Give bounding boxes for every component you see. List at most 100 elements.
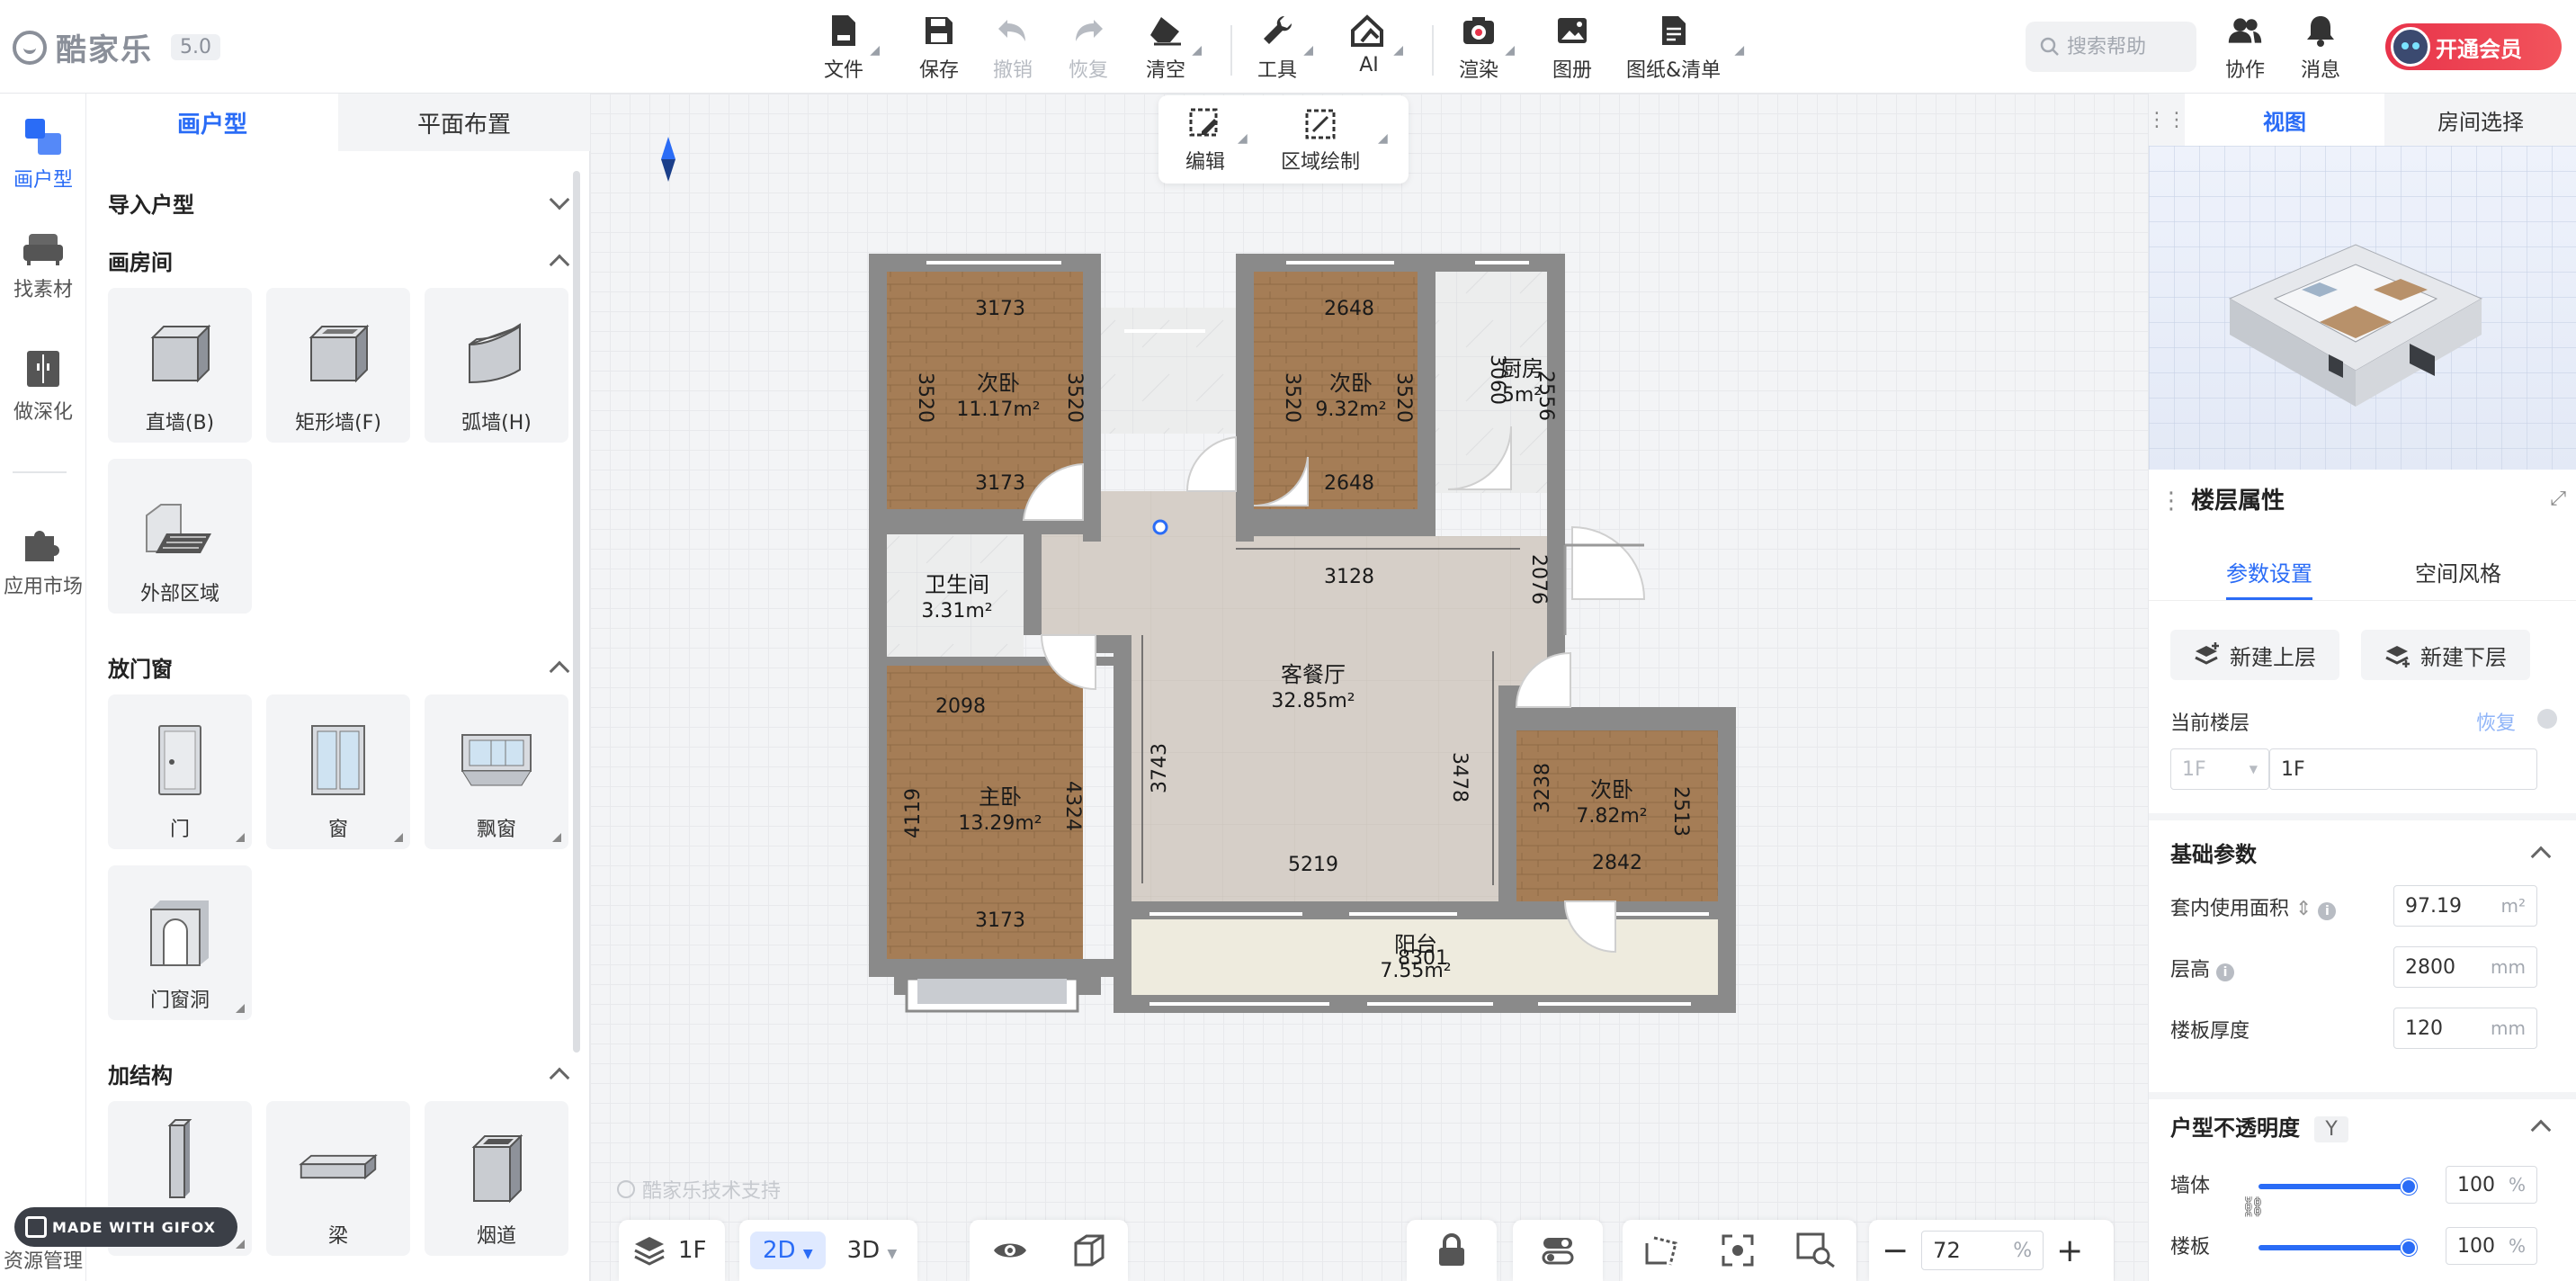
tool-window[interactable]: 窗: [266, 694, 410, 849]
eye-icon[interactable]: [992, 1238, 1028, 1263]
undo-icon: [995, 13, 1031, 49]
tool-beam[interactable]: 梁: [266, 1101, 410, 1256]
zoom-out-button[interactable]: −: [1882, 1232, 1909, 1269]
room-area: 7.82m²: [1576, 805, 1647, 828]
room-corridor[interactable]: [1101, 308, 1236, 434]
zoom-input[interactable]: 72 %: [1921, 1231, 2044, 1270]
more-options-icon: [236, 1004, 245, 1013]
restore-link[interactable]: 恢复: [2476, 707, 2516, 736]
floor-name-input[interactable]: 1F: [2269, 748, 2537, 790]
perspective-icon[interactable]: [1643, 1234, 1679, 1267]
tool-door[interactable]: 门: [108, 694, 252, 849]
tab-draw-floorplan[interactable]: 画户型: [86, 94, 338, 151]
logo-icon: [13, 30, 47, 65]
rail-item-deepen-design[interactable]: 做深化: [0, 349, 86, 425]
tool-arc-wall[interactable]: 弧墙(H): [425, 288, 568, 443]
section-import-floorplan[interactable]: 导入户型: [108, 187, 570, 219]
tool-door-opening[interactable]: 门窗洞: [108, 865, 252, 1020]
floor-height-input[interactable]: 2800 mm: [2393, 946, 2537, 988]
app-logo[interactable]: 酷家乐 5.0: [13, 25, 220, 69]
settings-toggle-button[interactable]: [1513, 1220, 1603, 1281]
tool-straight-wall[interactable]: 直墙(B): [108, 288, 252, 443]
drag-handle-icon[interactable]: ⋮⋮: [2147, 94, 2187, 146]
cabinet-icon: [27, 351, 59, 387]
tab-space-style[interactable]: 空间风格: [2415, 556, 2501, 587]
save-button[interactable]: 保存: [919, 13, 959, 83]
section-opacity[interactable]: 户型不透明度 Y: [2170, 1110, 2552, 1142]
tool-rect-wall[interactable]: 矩形墙(F): [266, 288, 410, 443]
link-icon[interactable]: ⛓: [2241, 1196, 2266, 1219]
tools-button[interactable]: 工具 ◢: [1257, 13, 1313, 83]
rail-item-app-market[interactable]: 应用市场: [0, 524, 86, 599]
slider-knob[interactable]: [2401, 1178, 2417, 1195]
rail-item-draw-floorplan[interactable]: 画户型: [0, 117, 86, 193]
info-icon[interactable]: i: [2318, 902, 2337, 920]
3d-preview[interactable]: [2149, 146, 2576, 470]
section-add-structure[interactable]: 加结构: [108, 1058, 570, 1089]
render-button[interactable]: 渲染 ◢: [1459, 13, 1515, 83]
zoom-in-button[interactable]: +: [2056, 1232, 2083, 1269]
drawings-button[interactable]: 图纸&清单 ◢: [1626, 13, 1744, 83]
messages-button[interactable]: 消息: [2301, 13, 2340, 83]
tab-furniture-layout[interactable]: 平面布置: [338, 94, 590, 151]
slab-thickness-input[interactable]: 120 mm: [2393, 1008, 2537, 1049]
floor-switcher[interactable]: 1F: [619, 1220, 725, 1281]
floor-opacity-track[interactable]: [2258, 1240, 2417, 1256]
help-search-input[interactable]: [2067, 35, 2193, 58]
clear-button[interactable]: 清空 ◢: [1146, 13, 1202, 83]
tab-room-select[interactable]: 房间选择: [2384, 94, 2576, 146]
undo-button[interactable]: 撤销: [993, 13, 1033, 83]
wall-opacity-input[interactable]: 100 %: [2446, 1166, 2537, 1204]
edit-button[interactable]: 编辑: [1185, 108, 1225, 175]
tool-flue[interactable]: 烟道: [425, 1101, 568, 1256]
compass-icon[interactable]: [660, 135, 676, 184]
floor-opacity-input[interactable]: 100 %: [2446, 1227, 2537, 1265]
album-button[interactable]: 图册: [1552, 13, 1592, 83]
more-options-icon: [552, 833, 561, 842]
floor-opacity-slider[interactable]: [2258, 1240, 2417, 1256]
cube-icon[interactable]: [1072, 1234, 1106, 1267]
floor-properties-header: ⋮ 楼层属性 ⤢: [2160, 482, 2566, 515]
add-upper-floor-button[interactable]: 新建上层: [2170, 630, 2339, 680]
zoom-area-icon[interactable]: [1796, 1232, 1836, 1268]
wall-opacity-slider[interactable]: [2258, 1178, 2417, 1195]
dim-label: 3173: [975, 298, 1025, 320]
sort-icon[interactable]: ⇕: [2295, 898, 2312, 920]
floor-select[interactable]: 1F ▼: [2170, 748, 2269, 790]
floor-plan[interactable]: 次卧 11.17m² 次卧 9.32m² 厨房 5m² 卫生间 3.31m² 客…: [863, 248, 1763, 1027]
section-divider: [2149, 813, 2576, 820]
usable-area-input[interactable]: 97.19 m²: [2393, 885, 2537, 927]
lock-button[interactable]: [1407, 1220, 1497, 1281]
file-button[interactable]: 文件 ◢: [824, 13, 880, 83]
panel-scrollbar[interactable]: [573, 171, 580, 1053]
toggle-settings-icon: [1542, 1238, 1574, 1265]
vip-button[interactable]: 开通会员: [2385, 23, 2562, 70]
drag-handle-icon: ⋮: [2160, 488, 2183, 515]
mode-2d-button[interactable]: 2D ▼: [750, 1232, 826, 1269]
collab-button[interactable]: 协作: [2225, 13, 2265, 83]
tool-exterior-area[interactable]: 外部区域: [108, 459, 252, 614]
fit-view-icon[interactable]: [1722, 1234, 1754, 1267]
section-draw-rooms[interactable]: 画房间: [108, 245, 570, 276]
info-icon[interactable]: i: [2216, 963, 2235, 981]
mode-3d-button[interactable]: 3D ▼: [835, 1232, 910, 1269]
rail-item-find-materials[interactable]: 找素材: [0, 230, 86, 302]
tab-view[interactable]: 视图: [2185, 94, 2384, 146]
section-doors-windows[interactable]: 放门窗: [108, 651, 570, 683]
area-draw-icon: [1305, 109, 1336, 139]
redo-button[interactable]: 恢复: [1069, 13, 1108, 83]
wall-opacity-track[interactable]: [2258, 1178, 2417, 1195]
top-toolbar: 酷家乐 5.0 文件 ◢ 保存 撤销 恢复 清空 ◢ 工具 ◢ AI ◢ 渲染 …: [0, 0, 2576, 94]
wall-handle[interactable]: [1152, 519, 1168, 535]
chevron-up-icon: [549, 1067, 570, 1088]
chevron-down-icon: ▼: [2249, 763, 2258, 775]
add-lower-floor-button[interactable]: 新建下层: [2361, 630, 2530, 680]
ai-button[interactable]: AI ◢: [1351, 13, 1403, 76]
section-basic-params[interactable]: 基础参数: [2170, 837, 2552, 868]
slider-knob[interactable]: [2401, 1240, 2417, 1256]
tab-params[interactable]: 参数设置: [2226, 556, 2312, 587]
area-draw-button[interactable]: 区域绘制: [1281, 108, 1360, 175]
expand-icon[interactable]: ⤢: [2550, 488, 2566, 510]
help-search[interactable]: [2026, 22, 2196, 72]
tool-bay-window[interactable]: 飘窗: [425, 694, 568, 849]
